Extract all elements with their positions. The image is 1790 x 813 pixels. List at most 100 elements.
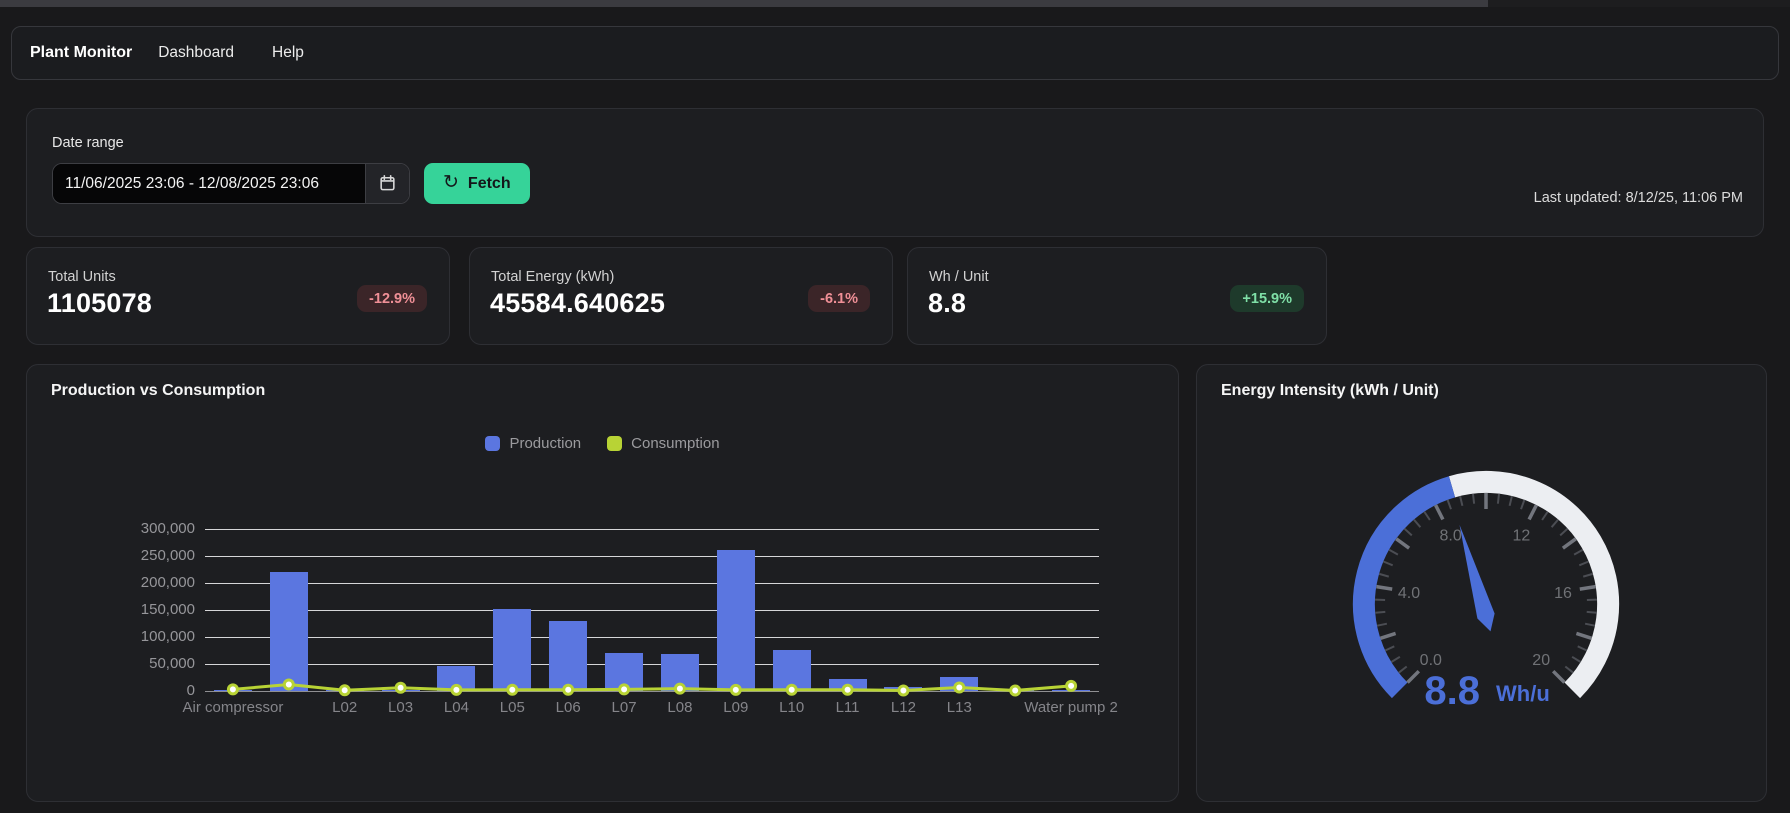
legend-swatch-production	[485, 436, 500, 451]
gauge-minor-tick	[1473, 494, 1474, 504]
gauge-major-tick	[1436, 505, 1443, 519]
date-range-label: Date range	[52, 135, 124, 151]
energy-intensity-gauge: 0.04.08.01216208.8Wh/u	[1197, 365, 1768, 803]
gauge-tick-label: 4.0	[1398, 585, 1420, 602]
refresh-icon: ↻	[443, 173, 459, 192]
gauge-minor-tick	[1385, 646, 1394, 650]
gauge-tick-label: 12	[1513, 528, 1531, 545]
gauge-minor-tick	[1585, 624, 1595, 626]
consumption-point	[620, 685, 629, 694]
gauge-minor-tick	[1405, 529, 1412, 536]
gauge-major-tick	[1380, 633, 1395, 638]
chart-title: Production vs Consumption	[51, 382, 265, 400]
gauge-major-tick	[1553, 671, 1564, 682]
fetch-button[interactable]: ↻ Fetch	[424, 163, 530, 204]
stat-label: Total Energy (kWh)	[491, 269, 614, 285]
gauge-major-tick	[1376, 587, 1392, 590]
gauge-minor-tick	[1572, 657, 1581, 662]
calendar-icon	[378, 173, 397, 195]
gauge-major-tick	[1529, 505, 1536, 519]
legend-label-consumption: Consumption	[631, 435, 719, 452]
y-axis-tick-label: 150,000	[27, 601, 195, 618]
last-updated-text: Last updated: 8/12/25, 11:06 PM	[1534, 190, 1743, 206]
filter-card: Date range ↻ Fetch	[26, 108, 1764, 237]
consumption-point	[899, 686, 908, 695]
consumption-point	[787, 685, 796, 694]
gauge-major-tick	[1563, 539, 1576, 548]
consumption-point	[284, 680, 293, 689]
navbar: Plant Monitor Dashboard Help	[11, 26, 1779, 80]
gauge-minor-tick	[1587, 612, 1597, 613]
gauge-unit-text: Wh/u	[1496, 681, 1550, 706]
gauge-minor-tick	[1560, 529, 1567, 536]
chart-legend: Production Consumption	[27, 435, 1178, 452]
y-axis-tick-label: 200,000	[27, 574, 195, 591]
stat-card-total-units: Total Units 1105078 -12.9%	[26, 247, 450, 345]
consumption-point	[675, 684, 684, 693]
controls-row: ↻ Fetch	[52, 163, 530, 204]
gauge-minor-tick	[1414, 520, 1421, 528]
date-range-input[interactable]	[53, 164, 365, 203]
consumption-point	[340, 686, 349, 695]
y-axis-tick-label: 0	[27, 682, 195, 699]
gauge-minor-tick	[1578, 646, 1587, 650]
gauge-minor-tick	[1574, 550, 1583, 555]
gauge-minor-tick	[1448, 500, 1451, 509]
dashboard-page: Plant Monitor Dashboard Help Date range	[0, 0, 1790, 813]
energy-intensity-gauge-card: Energy Intensity (kWh / Unit) 0.04.08.01…	[1196, 364, 1767, 802]
consumption-point	[1011, 686, 1020, 695]
stat-value: 8.8	[928, 288, 966, 319]
y-axis-tick-label: 250,000	[27, 547, 195, 564]
consumption-point	[228, 685, 237, 694]
consumption-point	[1067, 681, 1076, 690]
gauge-major-tick	[1576, 633, 1591, 638]
y-axis-tick-label: 100,000	[27, 628, 195, 645]
top-scrollbar-thumb[interactable]	[0, 0, 1488, 7]
gauge-minor-tick	[1383, 562, 1392, 566]
gauge-minor-tick	[1583, 574, 1593, 577]
consumption-point	[396, 683, 405, 692]
consumption-point	[508, 685, 517, 694]
gauge-minor-tick	[1377, 624, 1387, 626]
gauge-tick-label: 16	[1554, 585, 1572, 602]
stat-delta-badge: +15.9%	[1230, 285, 1304, 312]
nav-item-dashboard[interactable]: Dashboard	[158, 44, 234, 62]
gauge-major-tick	[1408, 671, 1419, 682]
gauge-minor-tick	[1391, 657, 1400, 662]
y-axis-tick-label: 50,000	[27, 655, 195, 672]
gauge-value-text: 8.8	[1424, 669, 1480, 713]
stat-delta-badge: -12.9%	[357, 285, 427, 312]
gauge-tick-label: 0.0	[1420, 652, 1442, 669]
legend-item-production[interactable]: Production	[485, 435, 581, 452]
gauge-minor-tick	[1379, 574, 1389, 577]
stat-delta-badge: -6.1%	[808, 285, 870, 312]
consumption-point	[452, 685, 461, 694]
gauge-major-tick	[1396, 539, 1409, 548]
gauge-minor-tick	[1542, 512, 1548, 520]
consumption-point	[955, 683, 964, 692]
legend-item-consumption[interactable]: Consumption	[607, 435, 719, 452]
consumption-point	[843, 685, 852, 694]
fetch-button-label: Fetch	[468, 175, 511, 193]
app-brand: Plant Monitor	[30, 44, 132, 62]
stat-card-wh-per-unit: Wh / Unit 8.8 +15.9%	[907, 247, 1327, 345]
gauge-minor-tick	[1399, 667, 1407, 673]
gauge-minor-tick	[1552, 520, 1559, 528]
y-axis-tick-label: 300,000	[27, 520, 195, 537]
stat-card-total-energy: Total Energy (kWh) 45584.640625 -6.1%	[469, 247, 893, 345]
gauge-tick-label: 8.0	[1439, 528, 1461, 545]
consumption-line-series	[193, 505, 1111, 715]
stat-value: 45584.640625	[490, 288, 665, 319]
production-consumption-chart-card: Production vs Consumption Production Con…	[26, 364, 1179, 802]
stat-label: Wh / Unit	[929, 269, 989, 285]
calendar-button[interactable]	[365, 164, 409, 203]
legend-label-production: Production	[509, 435, 581, 452]
gauge-minor-tick	[1389, 550, 1398, 555]
gauge-minor-tick	[1579, 562, 1588, 566]
stat-value: 1105078	[47, 288, 152, 319]
gauge-minor-tick	[1565, 667, 1573, 673]
gauge-minor-tick	[1498, 494, 1499, 504]
nav-item-help[interactable]: Help	[272, 44, 304, 62]
date-range-input-group	[52, 163, 410, 204]
gauge-minor-tick	[1460, 496, 1462, 506]
